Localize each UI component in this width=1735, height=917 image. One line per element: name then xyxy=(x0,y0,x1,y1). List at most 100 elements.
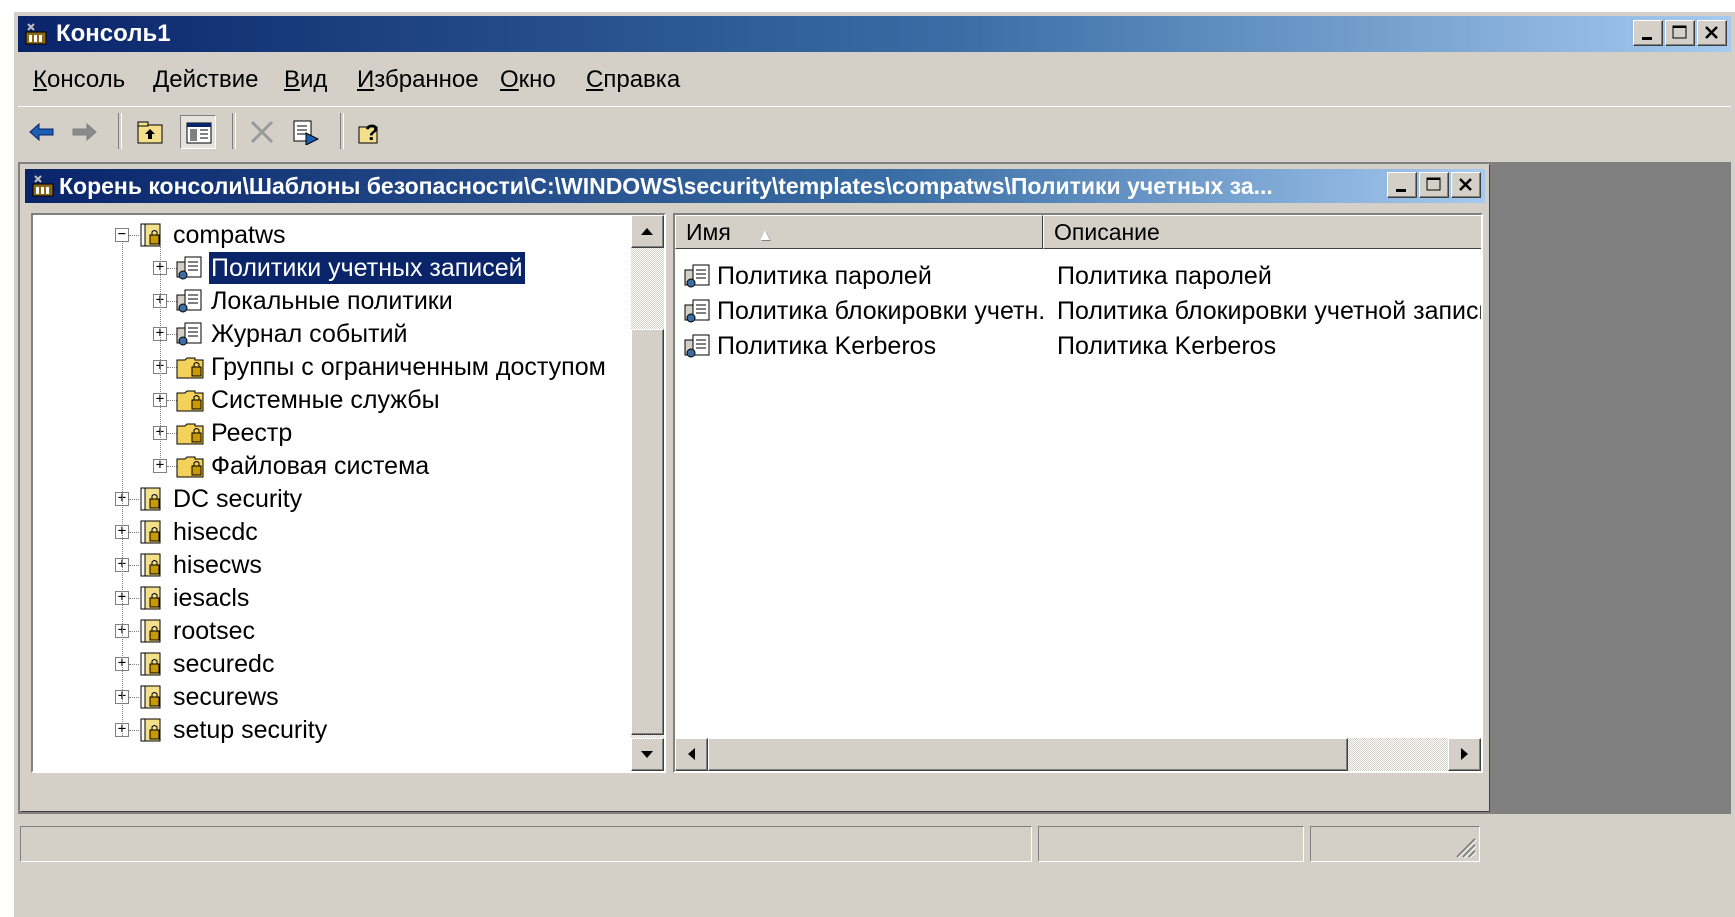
column-header-description[interactable]: Описание xyxy=(1043,215,1481,249)
list-item-name-cell: Политика Kerberos xyxy=(683,329,1043,363)
scroll-up-button[interactable] xyxy=(631,215,664,248)
tree-connector xyxy=(160,241,161,468)
mmc-console-icon xyxy=(25,23,47,45)
minimize-icon xyxy=(1642,37,1652,40)
arrow-down-icon xyxy=(641,751,653,758)
status-panel-2 xyxy=(1038,826,1304,862)
list-item-description: Политика паролей xyxy=(1057,262,1272,290)
template-icon xyxy=(140,652,161,676)
window-title-bar[interactable]: Консоль1 xyxy=(18,16,1731,52)
template-icon xyxy=(140,619,161,643)
arrow-right-icon xyxy=(1461,748,1468,760)
delete-button[interactable] xyxy=(244,115,280,149)
folder-icon xyxy=(176,456,204,478)
child-close-button[interactable] xyxy=(1451,172,1481,198)
tree-node-label[interactable]: Системные службы xyxy=(209,384,442,416)
child-minimize-button[interactable] xyxy=(1387,172,1417,198)
tree-node-label[interactable]: securedc xyxy=(171,648,276,680)
up-folder-icon xyxy=(137,121,163,144)
show-hide-tree-icon xyxy=(186,122,212,144)
column-header-name[interactable]: Имя ▲ xyxy=(675,215,1043,249)
forward-button[interactable] xyxy=(66,115,102,149)
tree-node-label[interactable]: compatws xyxy=(171,219,288,251)
tree-node-label[interactable]: hisecdc xyxy=(171,516,260,548)
mmc-console-icon xyxy=(32,175,54,197)
up-level-button[interactable] xyxy=(132,115,168,149)
tree-node-label[interactable]: Группы с ограниченным доступом xyxy=(209,351,608,383)
list-item-name-cell: Политика блокировки учетн... xyxy=(683,294,1043,328)
status-panel-3 xyxy=(1310,826,1480,862)
svg-text:?: ? xyxy=(365,120,378,145)
back-arrow-icon xyxy=(29,122,54,142)
tree-node-label[interactable]: Журнал событий xyxy=(209,318,410,350)
sort-ascending-icon: ▲ xyxy=(757,227,774,244)
policy-icon xyxy=(176,289,202,313)
forward-arrow-icon xyxy=(72,122,97,142)
status-bar xyxy=(18,822,1731,864)
tree-node-label[interactable]: Реестр xyxy=(209,417,294,449)
tree-node-label[interactable]: setup security xyxy=(171,714,329,746)
template-icon xyxy=(140,223,161,247)
list-item-name-cell: Политика паролей xyxy=(683,259,1043,293)
list-item[interactable]: Политика блокировки учетн... Политика бло… xyxy=(675,294,1481,328)
export-list-button[interactable] xyxy=(288,115,324,149)
list-item[interactable]: Политика паролей Политика паролей xyxy=(675,259,1481,293)
policy-icon xyxy=(176,256,202,280)
list-item-description: Политика Kerberos xyxy=(1057,332,1277,360)
menu-favorites[interactable]: Избранное xyxy=(357,66,479,94)
status-panel-main xyxy=(20,826,1032,862)
tree-node-label[interactable]: rootsec xyxy=(171,615,257,647)
console-child-window: Корень консоли\Шаблоны безопасности\C:\W… xyxy=(20,164,1490,812)
tree-vertical-scrollbar[interactable] xyxy=(631,215,664,771)
tree-node-label[interactable]: hisecws xyxy=(171,549,264,581)
list-item-name: Политика Kerberos xyxy=(717,332,937,360)
tree-node-label[interactable]: iesacls xyxy=(171,582,251,614)
column-header-description-label: Описание xyxy=(1054,219,1160,245)
child-window-title-bar[interactable]: Корень консоли\Шаблоны безопасности\C:\W… xyxy=(25,169,1485,203)
tree-node-label[interactable]: DC security xyxy=(171,483,304,515)
tree-node-label[interactable]: Файловая система xyxy=(209,450,431,482)
help-icon: ? xyxy=(358,120,378,145)
folder-icon xyxy=(176,390,204,412)
menu-console[interactable]: Консоль xyxy=(33,66,125,94)
policy-icon xyxy=(176,322,202,346)
menu-action[interactable]: Действие xyxy=(153,66,259,94)
menu-view[interactable]: Вид xyxy=(284,66,327,94)
list-horizontal-scrollbar[interactable] xyxy=(675,738,1481,771)
folder-icon xyxy=(176,357,204,379)
export-list-icon xyxy=(293,120,320,145)
size-grip-icon[interactable] xyxy=(1451,833,1477,859)
minimize-button[interactable] xyxy=(1633,20,1663,46)
minimize-icon xyxy=(1396,189,1406,192)
arrow-up-icon xyxy=(641,228,653,235)
tree-node-label[interactable]: Политики учетных записей xyxy=(208,251,526,285)
toolbar-separator xyxy=(340,113,344,149)
template-icon xyxy=(140,718,161,742)
details-list[interactable]: Имя ▲ Описание Политика паролей Политика … xyxy=(673,213,1483,773)
maximize-button[interactable] xyxy=(1665,20,1695,46)
mdi-workspace: Корень консоли\Шаблоны безопасности\C:\W… xyxy=(18,162,1731,814)
list-item-description: Политика блокировки учетной записи xyxy=(1057,297,1483,325)
menu-help[interactable]: Справка xyxy=(586,66,680,94)
maximize-icon xyxy=(1426,177,1441,191)
list-scroll-thumb[interactable] xyxy=(708,738,1348,771)
collapse-toggle[interactable]: − xyxy=(115,227,129,242)
menu-window[interactable]: Окно xyxy=(500,66,556,94)
show-hide-tree-button[interactable] xyxy=(180,115,216,149)
column-header-name-label: Имя xyxy=(686,219,731,245)
scroll-down-button[interactable] xyxy=(631,738,664,771)
scroll-right-button[interactable] xyxy=(1448,738,1481,771)
close-button[interactable] xyxy=(1697,20,1727,46)
scroll-left-button[interactable] xyxy=(675,738,708,771)
tree-node-label[interactable]: securews xyxy=(171,681,281,713)
child-maximize-button[interactable] xyxy=(1419,172,1449,198)
tree-node-label[interactable]: Локальные политики xyxy=(209,285,455,317)
close-icon xyxy=(1459,178,1472,191)
tree-scroll-thumb[interactable] xyxy=(631,329,664,735)
console-tree[interactable]: − compatws + Политики учетных записей + Локал… xyxy=(31,213,666,773)
help-button[interactable]: ? xyxy=(352,115,388,149)
list-item[interactable]: Политика Kerberos Политика Kerberos xyxy=(675,329,1481,363)
child-caption-buttons xyxy=(1385,172,1481,200)
toolbar-separator xyxy=(232,113,236,149)
back-button[interactable] xyxy=(24,115,60,149)
